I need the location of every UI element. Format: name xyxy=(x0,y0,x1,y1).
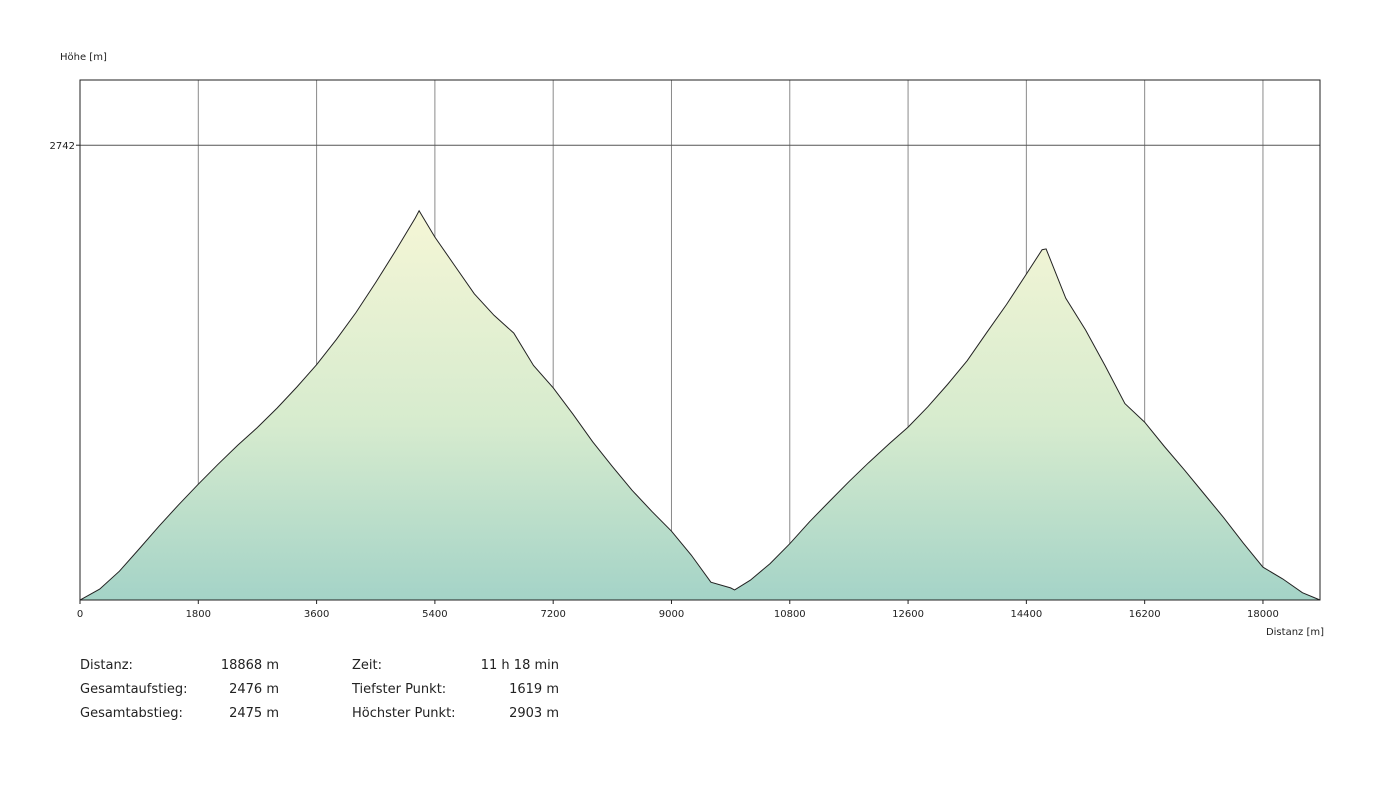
x-tick-label: 3600 xyxy=(304,609,329,620)
stat-highest-value: 2903 m xyxy=(509,706,559,721)
stat-lowest-value: 1619 m xyxy=(509,682,559,697)
stat-descent-label: Gesamtabstieg: xyxy=(80,706,183,721)
stat-descent-value: 2475 m xyxy=(229,706,279,721)
x-tick-label: 16200 xyxy=(1129,609,1161,620)
stat-time-value: 11 h 18 min xyxy=(480,658,559,673)
stat-ascent-label: Gesamtaufstieg: xyxy=(80,682,188,697)
stat-time-label: Zeit: xyxy=(352,658,382,673)
y-tick-label: 2742 xyxy=(50,141,75,152)
elevation-chart: Höhe [m] Distanz [m] 0 1800 3600 5400 7200 90… xyxy=(50,52,1325,638)
x-tick-label: 9000 xyxy=(659,609,684,620)
x-tick-label: 14400 xyxy=(1010,609,1042,620)
x-tick-label: 12600 xyxy=(892,609,924,620)
x-tick-label: 7200 xyxy=(540,609,565,620)
elevation-area xyxy=(80,210,1320,601)
stat-distance-value: 18868 m xyxy=(220,658,279,673)
x-tick-label: 10800 xyxy=(774,609,806,620)
x-tick-label: 18000 xyxy=(1247,609,1279,620)
y-axis-title: Höhe [m] xyxy=(60,52,107,63)
stat-ascent-value: 2476 m xyxy=(229,682,279,697)
x-tick-label: 5400 xyxy=(422,609,447,620)
x-tick-label: 0 xyxy=(77,609,83,620)
stat-highest-label: Höchster Punkt: xyxy=(352,706,456,721)
x-tick-label: 1800 xyxy=(186,609,211,620)
stat-lowest-label: Tiefster Punkt: xyxy=(352,682,447,697)
stat-distance-label: Distanz: xyxy=(80,658,133,673)
x-axis-title: Distanz [m] xyxy=(1266,627,1324,638)
